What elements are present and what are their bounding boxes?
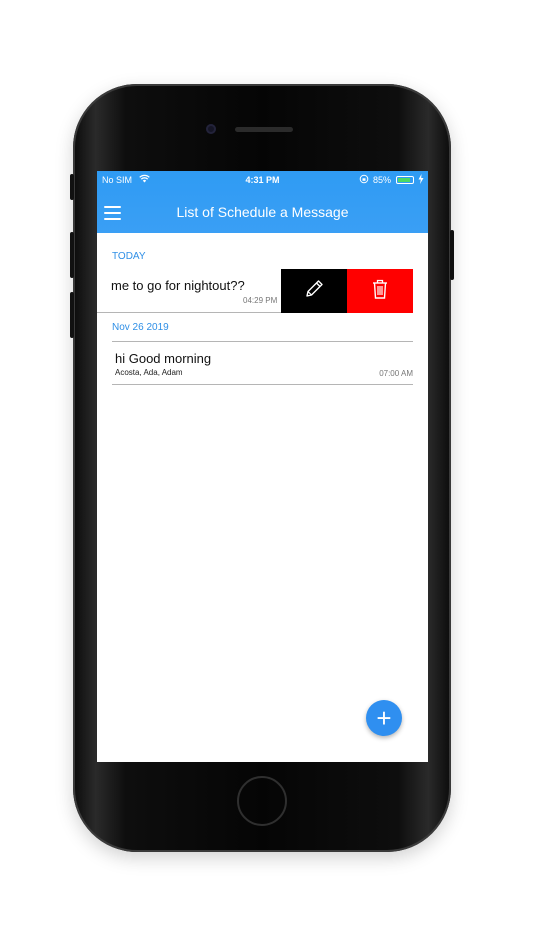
message-text: hi Good morning	[115, 351, 212, 366]
app-header: No SIM 4:31 PM 85% List of Schedule a Me…	[97, 171, 428, 233]
message-text: me to go for nightout??	[111, 278, 245, 293]
volume-down-button	[70, 292, 74, 338]
orientation-lock-icon	[359, 174, 369, 186]
plus-icon: +	[376, 703, 392, 733]
battery-icon	[396, 176, 414, 184]
mute-switch	[70, 174, 74, 200]
edit-button[interactable]	[281, 269, 347, 313]
row-divider	[112, 384, 413, 385]
recipients-text: Acosta, Ada, Adam	[115, 368, 183, 377]
charging-icon	[418, 174, 424, 186]
message-time: 07:00 AM	[379, 369, 413, 378]
section-label-date: Nov 26 2019	[112, 322, 169, 333]
page-title: List of Schedule a Message	[176, 204, 349, 220]
list-item-content[interactable]: me to go for nightout?? 04:29 PM	[97, 269, 282, 313]
pencil-icon	[303, 278, 325, 305]
delete-button[interactable]	[347, 269, 413, 313]
add-schedule-button[interactable]: +	[366, 700, 402, 736]
message-time: 04:29 PM	[243, 296, 278, 305]
home-button[interactable]	[237, 776, 287, 826]
front-camera	[206, 124, 216, 134]
volume-up-button	[70, 232, 74, 278]
status-bar: No SIM 4:31 PM 85%	[97, 171, 428, 189]
list-item[interactable]: hi Good morning Acosta, Ada, Adam 07:00 …	[112, 342, 413, 384]
section-label-today: TODAY	[112, 251, 146, 262]
list-item-swiped[interactable]: me to go for nightout?? 04:29 PM	[97, 269, 413, 314]
earpiece-speaker	[235, 127, 293, 132]
trash-icon	[370, 278, 390, 305]
power-button	[450, 230, 454, 280]
app-screen: No SIM 4:31 PM 85% List of Schedule a Me…	[97, 171, 428, 762]
battery-percent: 85%	[373, 175, 392, 185]
